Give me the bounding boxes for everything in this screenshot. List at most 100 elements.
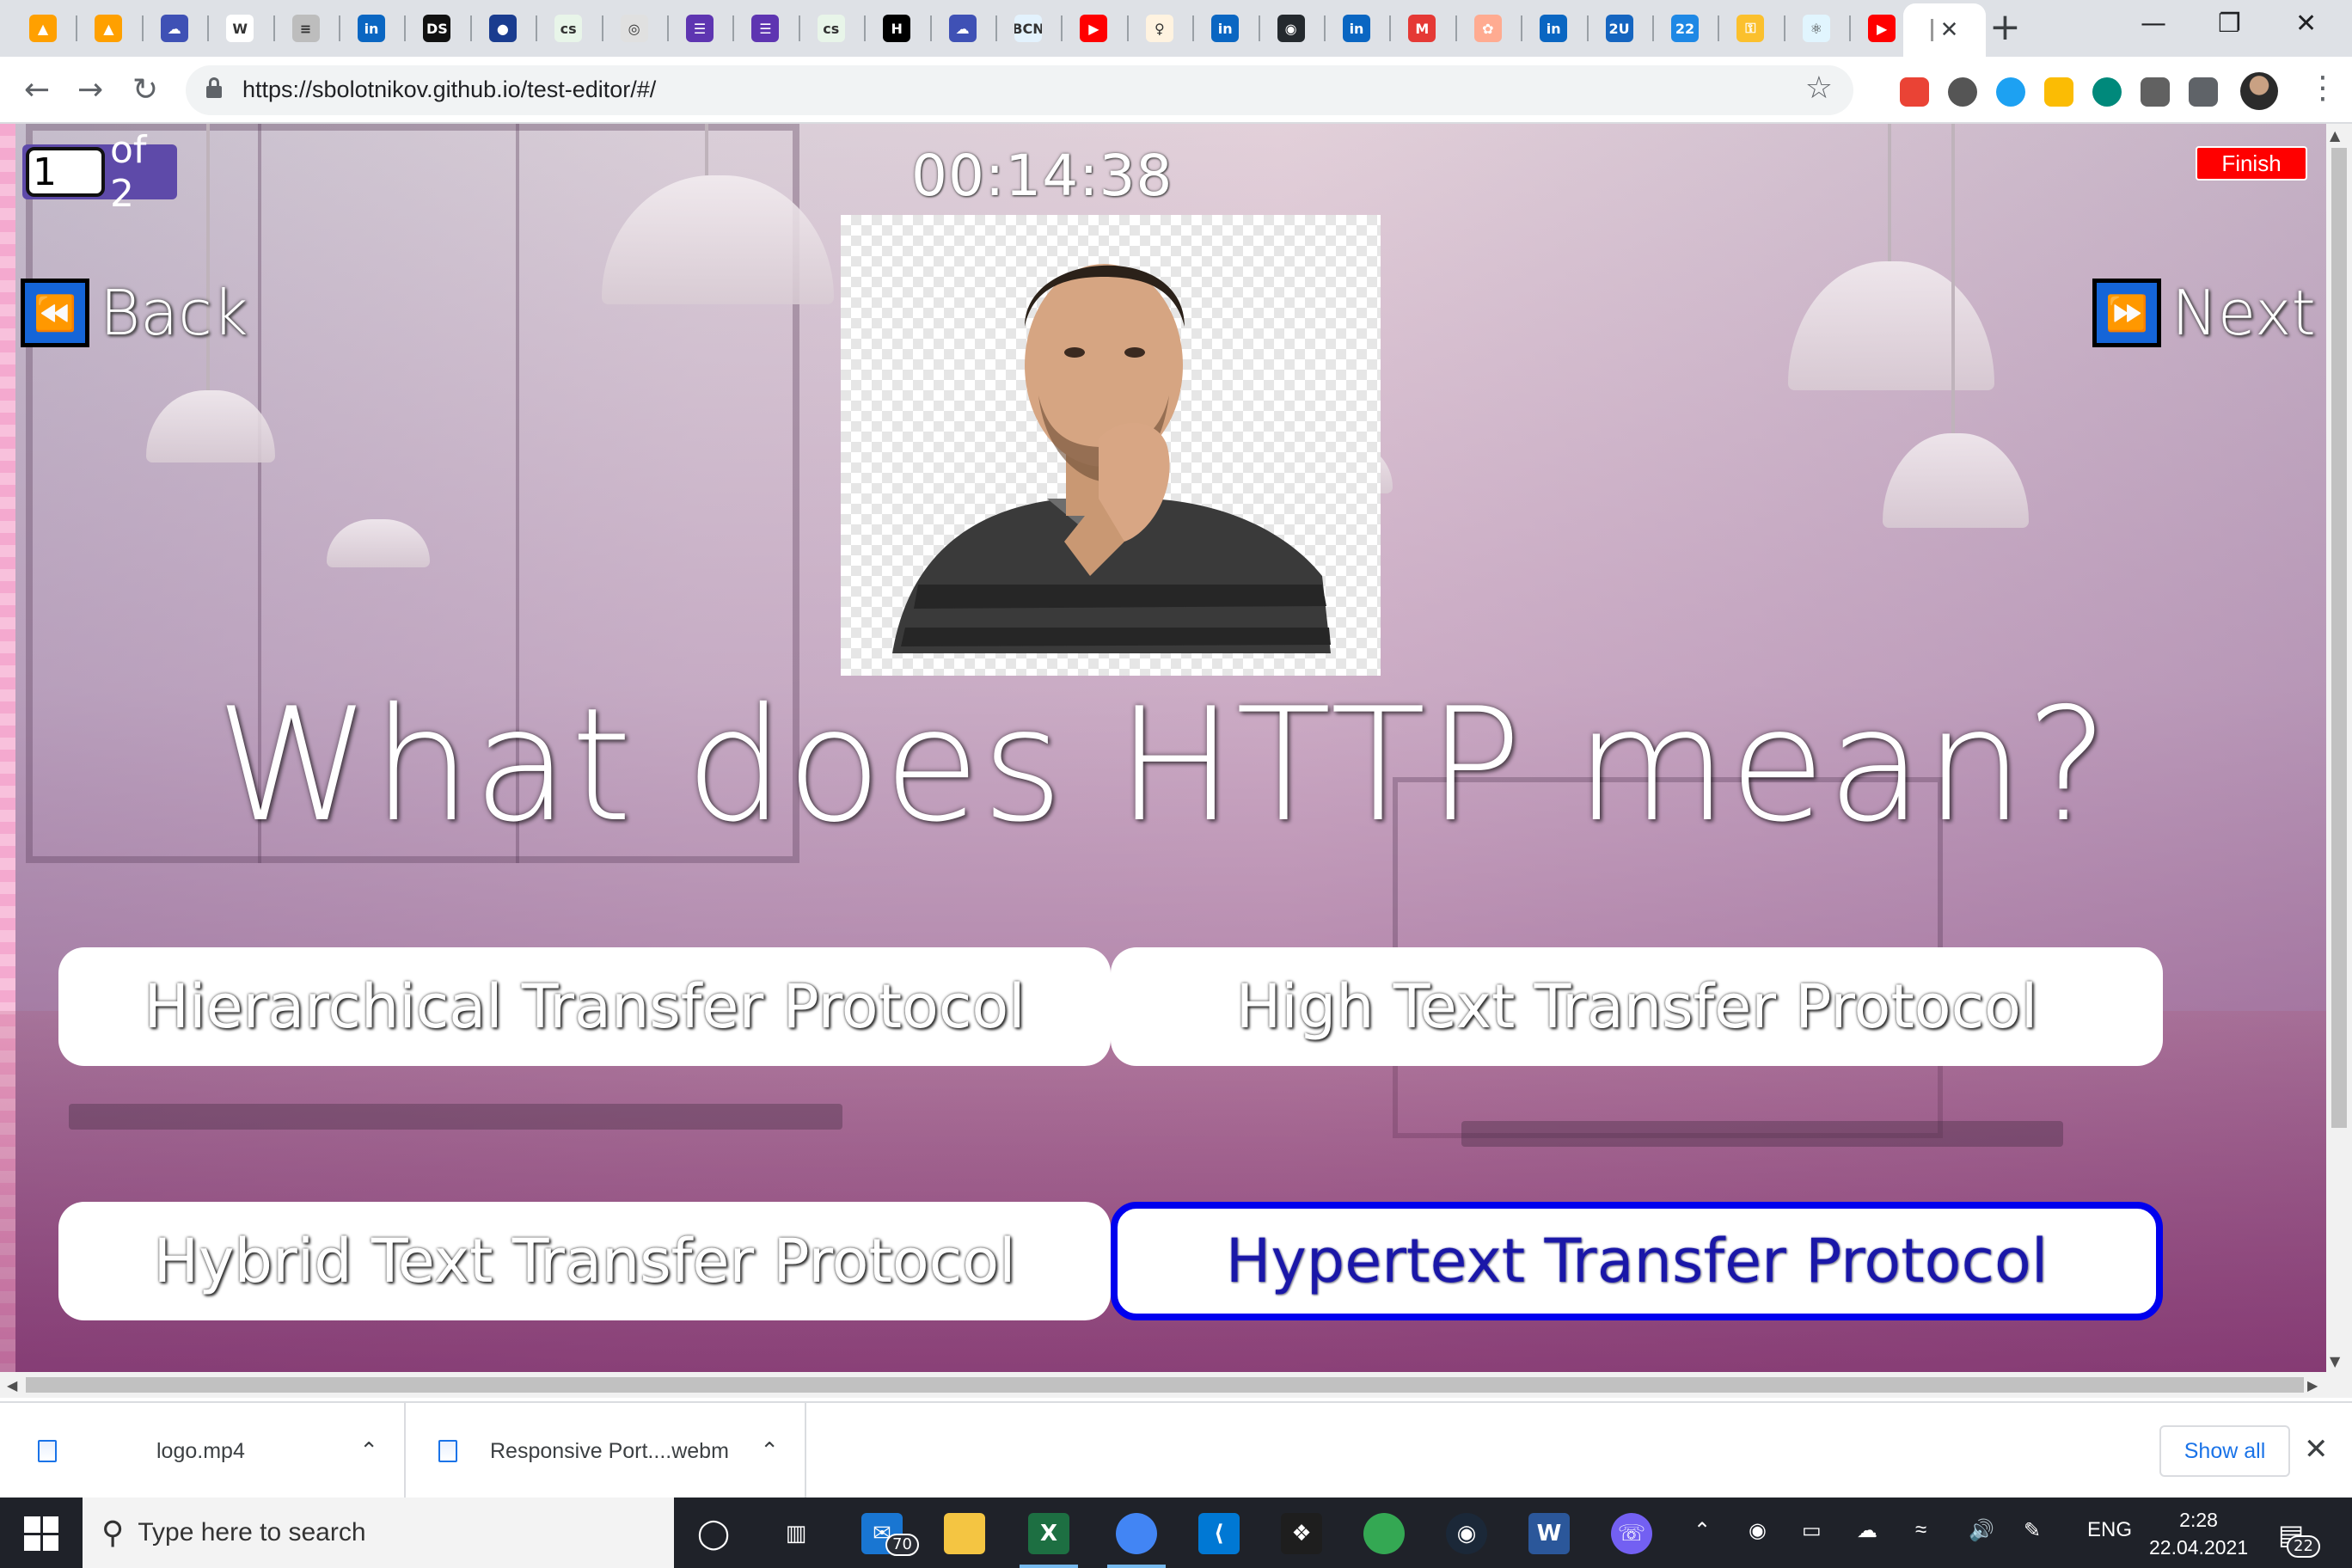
browser-tab[interactable]: ◎ [603,7,665,50]
browser-tab[interactable]: ▲ [12,7,74,50]
horizontal-scrollbar[interactable]: ◀ ▶ [0,1372,2352,1398]
tray-expand-icon[interactable]: ⌃ [1694,1518,1711,1543]
browser-tab[interactable]: W [209,7,271,50]
browser-tab[interactable]: in [1326,7,1387,50]
browser-tab[interactable]: in [340,7,402,50]
browser-tab[interactable]: ⚿ [1719,7,1781,50]
browser-tab[interactable]: in [1522,7,1584,50]
clock-time[interactable]: 2:28 [2149,1506,2248,1534]
answer-option-1[interactable]: Hierarchical Transfer Protocol [58,947,1111,1066]
download-filename[interactable]: Responsive Port....webm [490,1439,729,1464]
steam-icon[interactable]: ◉ [1446,1513,1487,1554]
figma-icon[interactable]: ❖ [1281,1513,1322,1554]
system-clock[interactable]: 2:28 22.04.2021 [2149,1506,2248,1561]
task-view-icon[interactable]: ▥ [775,1513,817,1554]
onedrive-icon[interactable]: ☁ [1857,1518,1877,1543]
browser-tab[interactable]: ⚛ [1785,7,1847,50]
extension-icon[interactable] [1948,77,1977,107]
vscode-icon[interactable]: ⟨ [1198,1513,1240,1554]
back-label[interactable]: Back [100,277,248,349]
question-number-input[interactable] [26,147,105,197]
browser-tab[interactable]: ▶ [1063,7,1124,50]
vertical-scrollbar[interactable]: ▲ ▼ [2326,124,2352,1372]
battery-icon[interactable]: ▭ [1802,1518,1822,1543]
taskbar-search[interactable]: ⚲ Type here to search [83,1498,674,1568]
browser-tab[interactable]: ☰ [669,7,731,50]
window-close-icon[interactable]: ✕ [2295,5,2317,43]
puzzle-icon[interactable] [2189,77,2218,107]
fast-forward-icon[interactable]: ⏩ [2092,279,2161,347]
answer-option-2[interactable]: High Text Transfer Protocol [1111,947,2163,1066]
pen-icon[interactable]: ✎ [2024,1518,2041,1543]
profile-avatar[interactable] [2240,72,2278,110]
meet-now-icon[interactable]: ◉ [1749,1518,1767,1543]
language-indicator[interactable]: ENG [2087,1518,2132,1542]
forward-arrow-icon[interactable]: → [77,69,103,112]
scroll-right-icon[interactable]: ▶ [2307,1377,2318,1393]
browser-tab[interactable]: ☰ [734,7,796,50]
extension-icon[interactable] [1900,77,1929,107]
wifi-icon[interactable]: ≈ [1915,1518,1926,1542]
back-arrow-icon[interactable]: ← [24,69,50,112]
browser-tab[interactable]: ♀ [1129,7,1191,50]
eyedropper-icon[interactable] [2141,77,2170,107]
windows-start-icon[interactable] [24,1516,58,1551]
finish-button[interactable]: Finish [2196,146,2307,181]
answer-label[interactable]: Hybrid Text Transfer Protocol [153,1226,1015,1296]
back-button[interactable]: ⏪ Back [21,277,248,349]
download-filename[interactable]: logo.mp4 [156,1439,245,1464]
word-icon[interactable]: W [1528,1513,1570,1554]
cortana-icon[interactable]: ◯ [693,1513,734,1554]
next-label[interactable]: Next [2171,277,2316,349]
browser-tab[interactable]: BCN [997,7,1059,50]
close-icon[interactable]: ✕ [2304,1432,2329,1467]
show-all-button[interactable]: Show all [2159,1425,2290,1477]
scroll-up-icon[interactable]: ▲ [2330,127,2340,144]
next-button[interactable]: ⏩ Next [2092,277,2316,349]
chrome-icon[interactable] [1116,1513,1157,1554]
minimize-icon[interactable]: — [2141,5,2166,43]
lock-icon[interactable] [206,77,222,98]
answer-label[interactable]: Hypertext Transfer Protocol [1226,1226,2049,1296]
browser-tab[interactable]: ● [472,7,534,50]
scroll-left-icon[interactable]: ◀ [7,1377,17,1393]
answer-option-3[interactable]: Hybrid Text Transfer Protocol [58,1202,1111,1320]
answer-label[interactable]: High Text Transfer Protocol [1236,971,2038,1042]
download-item[interactable]: logo.mp4 ⌃ [0,1403,406,1499]
chevron-up-icon[interactable]: ⌃ [760,1438,779,1464]
address-bar[interactable]: https://sbolotnikov.github.io/test-edito… [186,65,1853,115]
extension-icon[interactable] [2044,77,2073,107]
browser-tab[interactable]: cs [800,7,862,50]
active-tab[interactable]: ✕ [1903,3,1986,57]
browser-tab[interactable]: 2U [1589,7,1651,50]
url-text[interactable]: https://sbolotnikov.github.io/test-edito… [242,77,656,103]
extension-icon[interactable] [1996,77,2025,107]
new-tab-button[interactable]: + [1989,9,2021,46]
file-explorer-icon[interactable] [944,1513,985,1554]
clock-date[interactable]: 22.04.2021 [2149,1534,2248,1561]
browser-tab[interactable]: ▲ [77,7,139,50]
restore-icon[interactable]: ❐ [2218,5,2241,43]
answer-label[interactable]: Hierarchical Transfer Protocol [144,971,1025,1042]
browser-tab[interactable]: cs [537,7,599,50]
rewind-icon[interactable]: ⏪ [21,279,89,347]
volume-icon[interactable]: 🔊 [1969,1518,1994,1543]
bookmark-star-icon[interactable]: ☆ [1805,70,1833,106]
browser-tab[interactable]: ☁ [144,7,205,50]
chevron-up-icon[interactable]: ⌃ [359,1438,378,1464]
browser-tab[interactable]: ✿ [1457,7,1519,50]
close-tab-icon[interactable]: ✕ [1940,17,1959,43]
reload-icon[interactable]: ↻ [132,69,158,112]
palette-icon[interactable] [2092,77,2122,107]
scrollbar-thumb[interactable] [26,1377,2304,1393]
browser-tab[interactable]: ◉ [1260,7,1322,50]
excel-icon[interactable]: X [1028,1513,1069,1554]
browser-tab[interactable]: H [866,7,928,50]
viber-icon[interactable]: ☏ [1611,1513,1652,1554]
chrome-profile-icon[interactable] [1363,1513,1405,1554]
browser-tab[interactable]: ≡ [275,7,337,50]
scrollbar-thumb[interactable] [2331,148,2347,1128]
browser-tab[interactable]: M [1391,7,1453,50]
answer-option-4-selected[interactable]: Hypertext Transfer Protocol [1111,1202,2163,1320]
browser-tab[interactable]: ☁ [932,7,994,50]
